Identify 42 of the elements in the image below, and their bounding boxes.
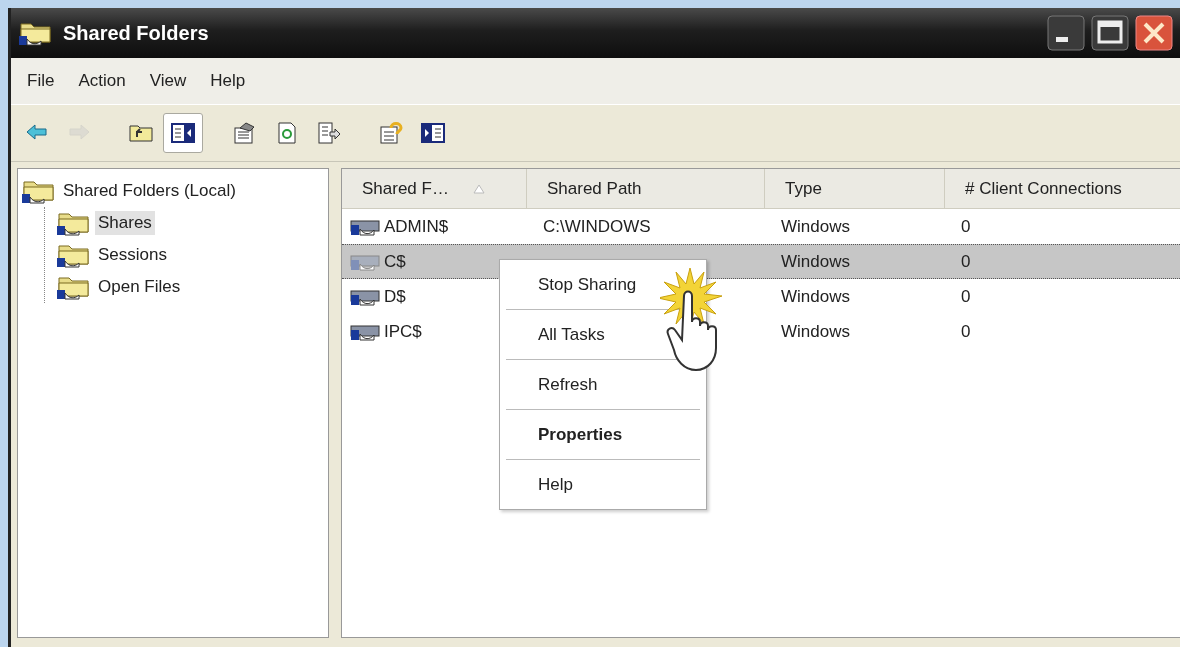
table-cell: 0 (961, 251, 971, 272)
shared-folder-icon (57, 274, 91, 300)
table-cell: Windows (781, 216, 850, 237)
app-icon (19, 20, 53, 46)
table-cell: C$ (384, 251, 406, 272)
toolbar-button[interactable] (163, 113, 203, 153)
table-cell: 0 (961, 216, 971, 237)
menu-item[interactable]: View (139, 67, 197, 95)
maximize-button[interactable] (1091, 15, 1129, 51)
menu-item[interactable]: Action (68, 67, 136, 95)
table-cell: Windows (781, 321, 850, 342)
table-cell: 0 (961, 286, 971, 307)
tree-item[interactable]: Shared Folders (Local) (60, 179, 239, 203)
close-button[interactable] (1135, 15, 1173, 51)
window-title: Shared Folders (63, 21, 210, 45)
share-name[interactable]: IPC$ (384, 321, 422, 342)
column-header[interactable]: Shared Path (527, 169, 765, 209)
pane-toggle-icon (420, 120, 446, 146)
shared-folder-icon (22, 178, 56, 204)
share-name[interactable]: ADMIN$ (384, 216, 449, 237)
minimize-button[interactable] (1047, 15, 1085, 51)
menu-item[interactable]: Help (200, 67, 256, 95)
table-cell: Windows (781, 251, 850, 272)
column-header[interactable]: Type (765, 169, 945, 209)
table-cell: 0 (961, 321, 971, 342)
table-cell: Windows (781, 286, 850, 307)
pane-toggle-icon (170, 120, 196, 146)
export-list-icon (316, 120, 342, 146)
shared-folder-icon (57, 210, 91, 236)
tree-item[interactable]: Sessions (95, 243, 170, 267)
tree-item[interactable]: Shares (95, 211, 155, 235)
menu-item[interactable]: Help (506, 460, 700, 509)
column-header[interactable]: Shared F… (342, 169, 527, 209)
shared-folder-icon (57, 242, 91, 268)
table-cell: C:\WINDOWS (543, 216, 651, 237)
menu-item[interactable]: File (17, 67, 65, 95)
tree-item[interactable]: Open Files (95, 275, 184, 299)
help-icon (378, 120, 404, 146)
sort-arrow-icon (472, 183, 485, 194)
column-header[interactable]: # Client Connections (945, 169, 1180, 209)
share-name[interactable]: D$ (384, 286, 406, 307)
menu-item[interactable]: Properties (506, 410, 700, 460)
